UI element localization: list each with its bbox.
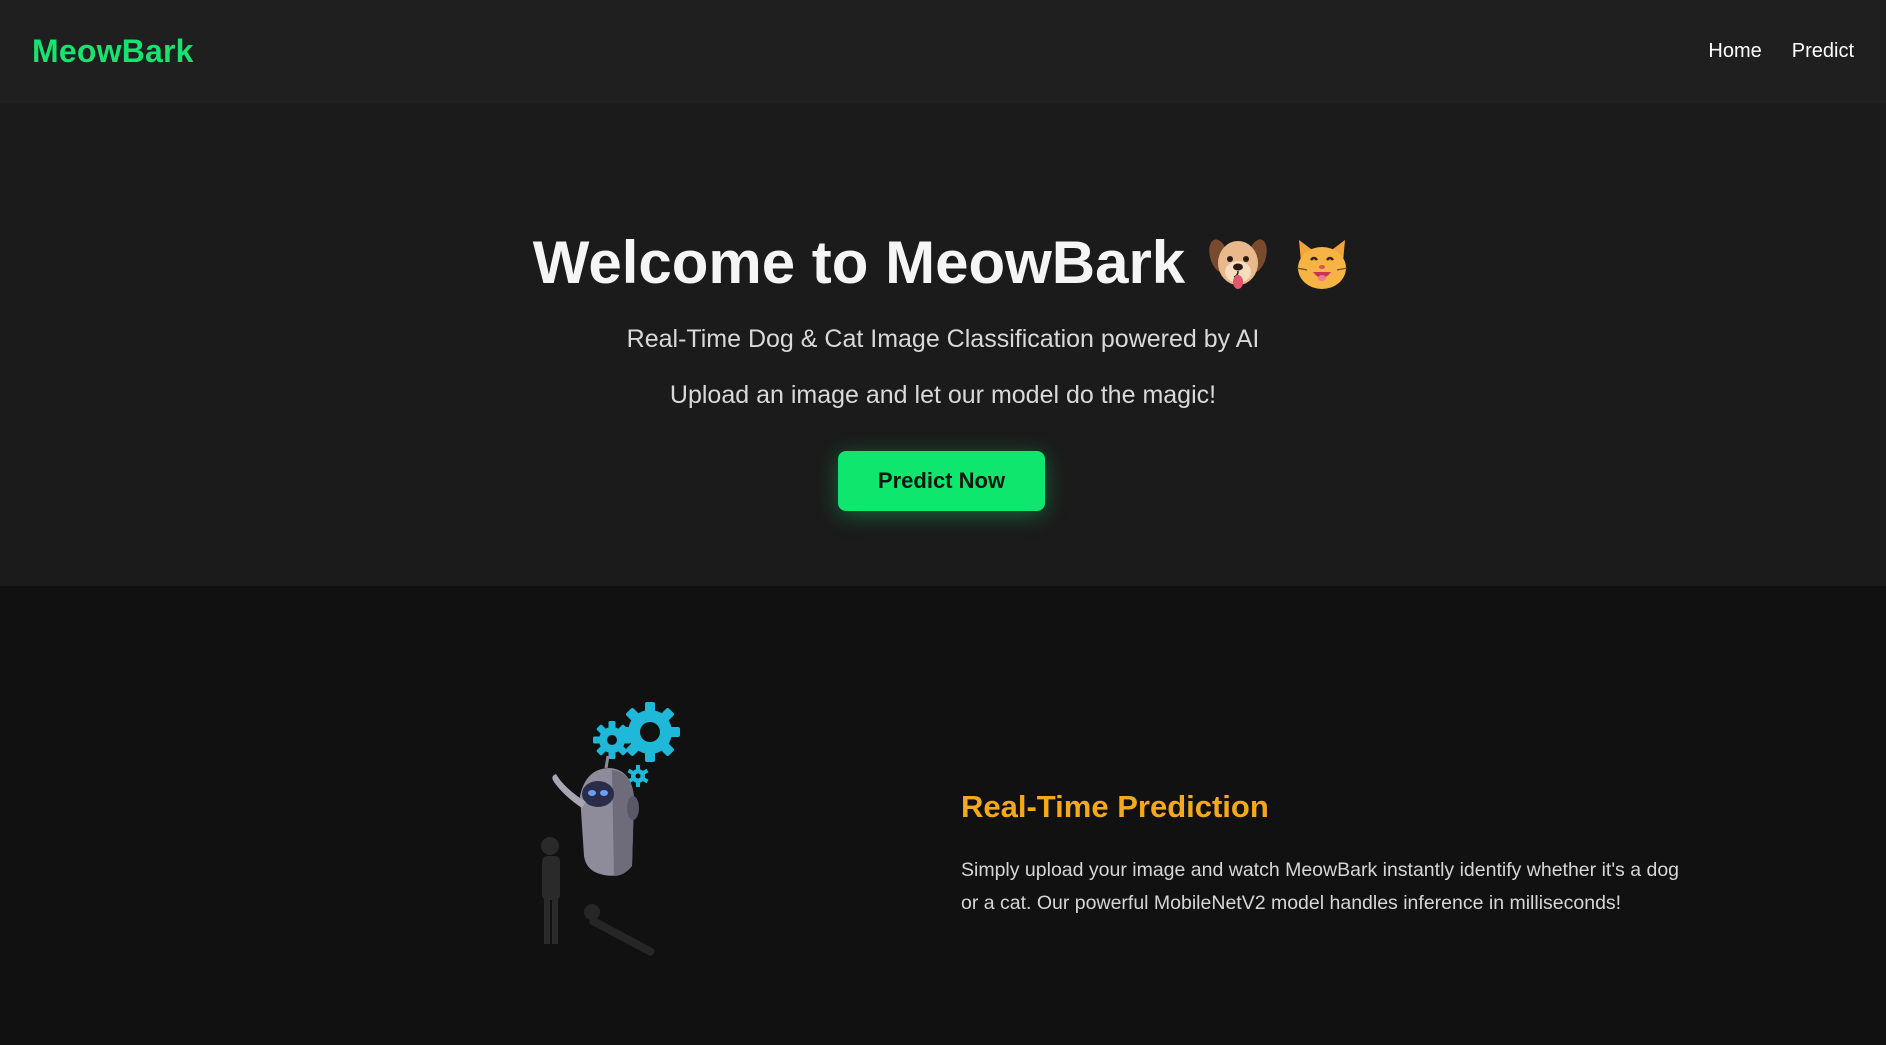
hero-title: Welcome to MeowBark: [532, 229, 1186, 296]
hero-subtitle: Real-Time Dog & Cat Image Classification…: [626, 325, 1260, 353]
predict-now-button[interactable]: Predict Now: [838, 451, 1045, 511]
dog-face-icon: [1207, 232, 1269, 294]
feature-title: Real-Time Prediction: [961, 789, 1269, 824]
cat-face-icon: [1291, 232, 1353, 294]
hero-section: Welcome to MeowBark Real-Time Dog & Cat …: [0, 103, 1886, 586]
feature-section: Real-Time Prediction Simply upload your …: [0, 586, 1886, 1045]
nav-links: Home Predict: [1708, 40, 1854, 63]
feature-description: Simply upload your image and watch MeowB…: [961, 859, 1680, 914]
robot-gears-illustration: [520, 698, 700, 968]
navbar: MeowBark Home Predict: [0, 0, 1886, 103]
nav-link-predict[interactable]: Predict: [1792, 40, 1854, 63]
hero-title-row: Welcome to MeowBark: [0, 228, 1886, 297]
hero-tagline: Upload an image and let our model do the…: [669, 381, 1217, 409]
brand-logo[interactable]: MeowBark: [32, 33, 194, 70]
nav-link-home[interactable]: Home: [1708, 40, 1761, 63]
